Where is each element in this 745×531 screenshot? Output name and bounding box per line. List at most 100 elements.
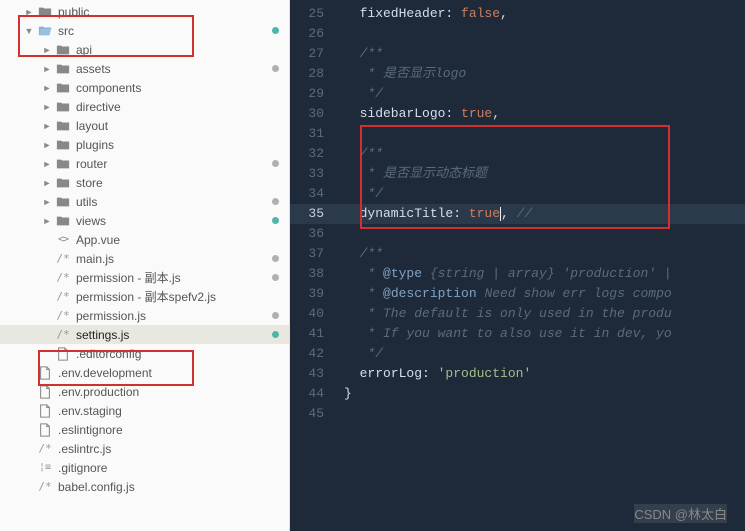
code-line[interactable]: /** bbox=[336, 244, 745, 264]
line-number: 43 bbox=[290, 364, 336, 384]
code-line[interactable]: */ bbox=[336, 344, 745, 364]
expand-arrow-icon[interactable] bbox=[24, 482, 34, 492]
tree-item-label: plugins bbox=[76, 138, 289, 152]
expand-arrow-icon[interactable]: ► bbox=[24, 7, 34, 17]
expand-arrow-icon[interactable] bbox=[42, 292, 52, 302]
tree-item-label: .env.development bbox=[58, 366, 289, 380]
tree-item-label: store bbox=[76, 176, 289, 190]
line-number: 34 bbox=[290, 184, 336, 204]
tree-item[interactable]: ► layout bbox=[0, 116, 289, 135]
expand-arrow-icon[interactable]: ► bbox=[42, 83, 52, 93]
file-icon bbox=[37, 403, 53, 419]
tree-item[interactable]: ►components bbox=[0, 78, 289, 97]
status-dot bbox=[272, 274, 279, 281]
code-line[interactable]: errorLog: 'production' bbox=[336, 364, 745, 384]
tree-item[interactable]: .eslintignore bbox=[0, 420, 289, 439]
tree-item-label: layout bbox=[76, 119, 289, 133]
code-line[interactable]: * 是否显示logo bbox=[336, 64, 745, 84]
tree-item-label: App.vue bbox=[76, 233, 289, 247]
code-line[interactable] bbox=[336, 24, 745, 44]
expand-arrow-icon[interactable] bbox=[24, 425, 34, 435]
tree-item[interactable]: /*.eslintrc.js bbox=[0, 439, 289, 458]
line-number: 41 bbox=[290, 324, 336, 344]
expand-arrow-icon[interactable]: ► bbox=[42, 45, 52, 55]
tree-item[interactable]: /*babel.config.js bbox=[0, 477, 289, 496]
tree-item[interactable]: ► store bbox=[0, 173, 289, 192]
code-line[interactable]: * The default is only used in the produ bbox=[336, 304, 745, 324]
tree-item[interactable]: /*settings.js bbox=[0, 325, 289, 344]
tree-item[interactable]: .env.development bbox=[0, 363, 289, 382]
code-line[interactable]: * @type {string | array} 'production' | bbox=[336, 264, 745, 284]
folder-icon bbox=[55, 137, 71, 153]
expand-arrow-icon[interactable] bbox=[24, 406, 34, 416]
folder-icon bbox=[55, 42, 71, 58]
tree-item-label: .gitignore bbox=[58, 461, 289, 475]
tree-item[interactable]: ▼src bbox=[0, 21, 289, 40]
tree-item[interactable]: ►assets bbox=[0, 59, 289, 78]
tree-item[interactable]: ► plugins bbox=[0, 135, 289, 154]
code-line[interactable]: } bbox=[336, 384, 745, 404]
expand-arrow-icon[interactable]: ▼ bbox=[24, 26, 34, 36]
code-line[interactable]: */ bbox=[336, 84, 745, 104]
tree-item-label: .env.production bbox=[58, 385, 289, 399]
tree-item[interactable]: ¦≡.gitignore bbox=[0, 458, 289, 477]
status-dot bbox=[272, 65, 279, 72]
expand-arrow-icon[interactable]: ► bbox=[42, 121, 52, 131]
tree-item[interactable]: ►utils bbox=[0, 192, 289, 211]
expand-arrow-icon[interactable]: ► bbox=[42, 140, 52, 150]
tree-item-label: babel.config.js bbox=[58, 480, 289, 494]
code-line[interactable]: /** bbox=[336, 44, 745, 64]
code-editor[interactable]: 2526272829303132333435363738394041424344… bbox=[290, 0, 745, 531]
line-number: 28 bbox=[290, 64, 336, 84]
file-tree[interactable]: ►public▼src►api►assets►components►direct… bbox=[0, 0, 290, 531]
tree-item[interactable]: /*permission - 副本spefv2.js bbox=[0, 287, 289, 306]
tree-item[interactable]: ►directive bbox=[0, 97, 289, 116]
tree-item[interactable]: /*permission.js bbox=[0, 306, 289, 325]
code-line[interactable]: * 是否显示动态标题 bbox=[336, 164, 745, 184]
js-icon: /* bbox=[55, 308, 71, 324]
tree-item[interactable]: .env.production bbox=[0, 382, 289, 401]
expand-arrow-icon[interactable] bbox=[42, 273, 52, 283]
tree-item[interactable]: .editorconfig bbox=[0, 344, 289, 363]
tree-item-label: permission - 副本spefv2.js bbox=[76, 288, 289, 305]
expand-arrow-icon[interactable] bbox=[24, 368, 34, 378]
expand-arrow-icon[interactable]: ► bbox=[42, 216, 52, 226]
tree-item-label: .eslintignore bbox=[58, 423, 289, 437]
expand-arrow-icon[interactable] bbox=[24, 463, 34, 473]
expand-arrow-icon[interactable]: ► bbox=[42, 102, 52, 112]
code-line[interactable]: /** bbox=[336, 144, 745, 164]
expand-arrow-icon[interactable] bbox=[42, 330, 52, 340]
code-line[interactable] bbox=[336, 404, 745, 424]
tree-item[interactable]: <>App.vue bbox=[0, 230, 289, 249]
code-line[interactable]: */ bbox=[336, 184, 745, 204]
expand-arrow-icon[interactable] bbox=[24, 387, 34, 397]
folder-icon bbox=[55, 175, 71, 191]
expand-arrow-icon[interactable] bbox=[42, 349, 52, 359]
code-line[interactable]: fixedHeader: false, bbox=[336, 4, 745, 24]
expand-arrow-icon[interactable]: ► bbox=[42, 159, 52, 169]
expand-arrow-icon[interactable]: ► bbox=[42, 178, 52, 188]
expand-arrow-icon[interactable] bbox=[42, 311, 52, 321]
tree-item[interactable]: ►router bbox=[0, 154, 289, 173]
tree-item[interactable]: .env.staging bbox=[0, 401, 289, 420]
line-number: 44 bbox=[290, 384, 336, 404]
code-line[interactable] bbox=[336, 224, 745, 244]
expand-arrow-icon[interactable] bbox=[42, 254, 52, 264]
tree-item[interactable]: ►api bbox=[0, 40, 289, 59]
code-line[interactable]: * If you want to also use it in dev, yo bbox=[336, 324, 745, 344]
code-line[interactable]: dynamicTitle: true, // bbox=[336, 204, 745, 224]
line-number: 35 bbox=[290, 204, 336, 224]
code-line[interactable]: sidebarLogo: true, bbox=[336, 104, 745, 124]
tree-item[interactable]: ►public bbox=[0, 2, 289, 21]
expand-arrow-icon[interactable]: ► bbox=[42, 64, 52, 74]
code-area[interactable]: fixedHeader: false, /** * 是否显示logo */ si… bbox=[336, 4, 745, 424]
tree-item[interactable]: /*permission - 副本.js bbox=[0, 268, 289, 287]
code-line[interactable] bbox=[336, 124, 745, 144]
expand-arrow-icon[interactable] bbox=[24, 444, 34, 454]
tree-item[interactable]: ►views bbox=[0, 211, 289, 230]
code-line[interactable]: * @description Need show err logs compo bbox=[336, 284, 745, 304]
expand-arrow-icon[interactable] bbox=[42, 235, 52, 245]
tree-item[interactable]: /*main.js bbox=[0, 249, 289, 268]
line-number: 30 bbox=[290, 104, 336, 124]
expand-arrow-icon[interactable]: ► bbox=[42, 197, 52, 207]
